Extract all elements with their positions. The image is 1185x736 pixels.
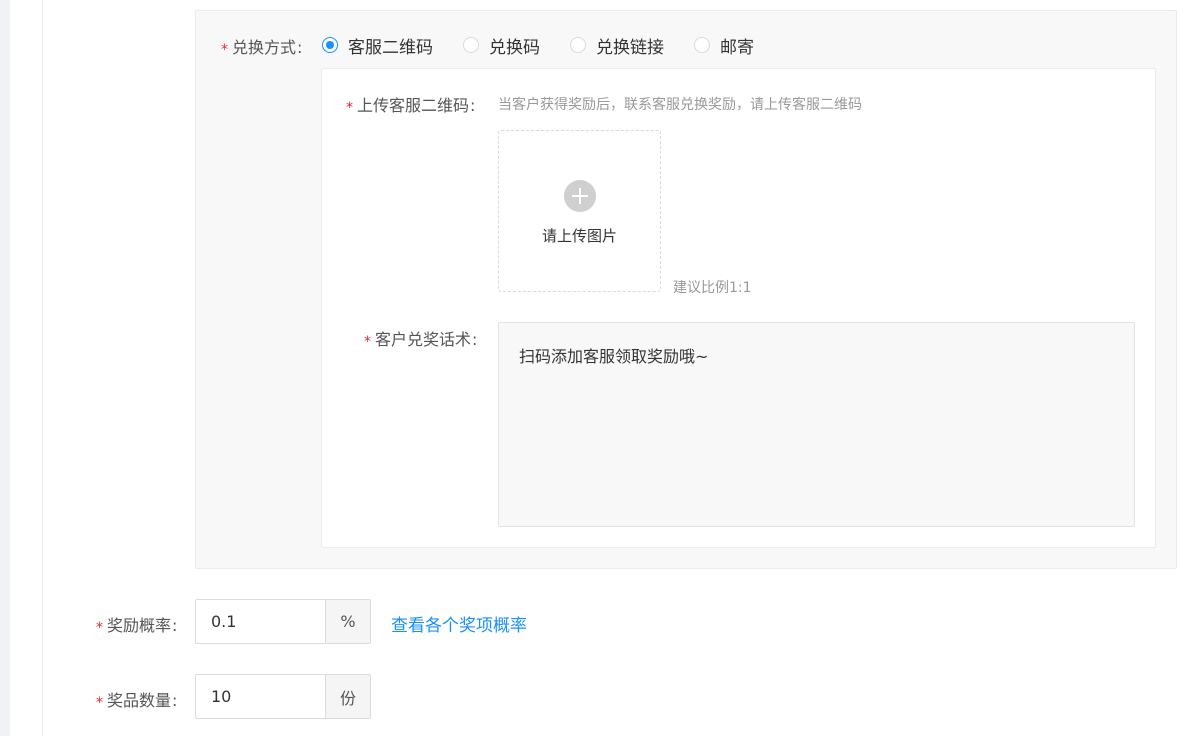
redeem-script-label: * 客户兑奖话术: <box>364 330 478 350</box>
probability-label: * 奖励概率: <box>96 616 178 636</box>
ratio-hint: 建议比例1:1 <box>673 280 752 296</box>
required-mark: * <box>364 334 371 350</box>
percent-suffix: % <box>325 599 371 644</box>
divider <box>42 0 43 736</box>
required-mark: * <box>96 695 103 711</box>
probability-input[interactable]: 0.1 <box>195 599 325 644</box>
prize-settings-form: * 兑换方式: 客服二维码 兑换码 兑换链接 邮寄 * 上传客服二维码: 当客户获得… <box>0 0 1185 736</box>
image-uploader[interactable]: 请上传图片 <box>498 130 661 292</box>
view-probabilities-link[interactable]: 查看各个奖项概率 <box>391 611 527 636</box>
quantity-input[interactable]: 10 <box>195 674 325 719</box>
required-mark: * <box>221 42 228 58</box>
required-mark: * <box>96 620 103 636</box>
unit-suffix: 份 <box>325 674 371 719</box>
redeem-script-textarea[interactable]: 扫码添加客服领取奖励哦~ <box>498 322 1135 527</box>
radio-dot[interactable] <box>463 37 479 53</box>
radio-dot[interactable] <box>570 37 586 53</box>
upload-qrcode-hint: 当客户获得奖励后，联系客服兑换奖励，请上传客服二维码 <box>498 97 862 113</box>
quantity-label: * 奖品数量: <box>96 691 178 711</box>
left-rail <box>0 0 10 736</box>
upload-qrcode-label: * 上传客服二维码: <box>346 96 476 116</box>
radio-dot[interactable] <box>322 37 338 53</box>
quantity-input-group: 10 份 <box>195 674 371 719</box>
exchange-method-radio-group: 客服二维码 兑换码 兑换链接 邮寄 <box>322 33 784 58</box>
radio-redeem-code[interactable]: 兑换码 <box>463 33 540 58</box>
upload-text: 请上传图片 <box>541 227 617 245</box>
probability-input-group: 0.1 % <box>195 599 371 644</box>
radio-redeem-link[interactable]: 兑换链接 <box>570 33 664 58</box>
exchange-method-label: * 兑换方式: <box>221 38 303 58</box>
plus-circle-icon <box>564 180 596 212</box>
required-mark: * <box>346 100 353 116</box>
radio-mail[interactable]: 邮寄 <box>694 33 754 58</box>
radio-qrcode[interactable]: 客服二维码 <box>322 33 433 58</box>
radio-dot[interactable] <box>694 37 710 53</box>
